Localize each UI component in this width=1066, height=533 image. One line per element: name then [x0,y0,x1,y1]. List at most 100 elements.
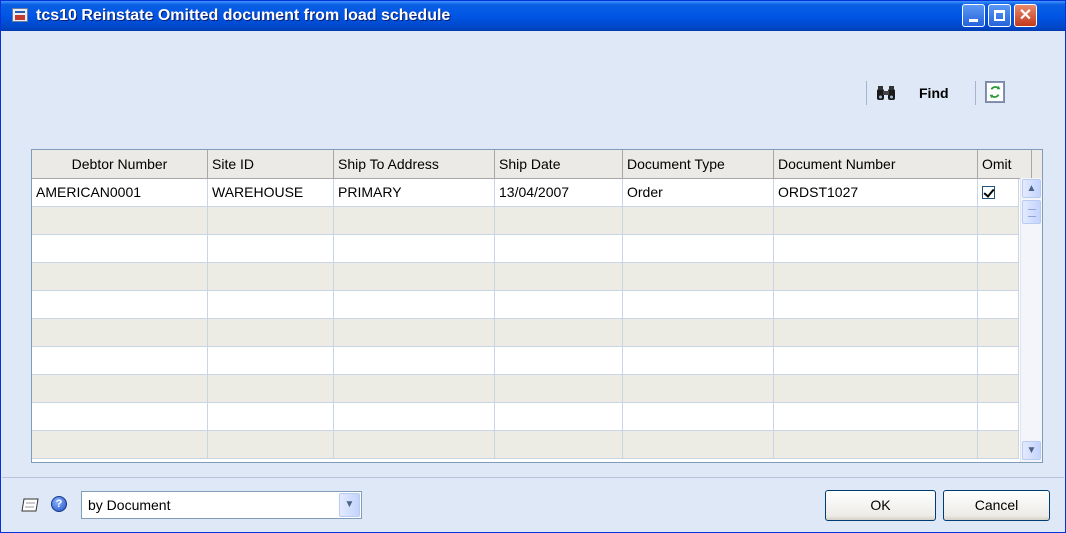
table-cell[interactable] [495,207,623,234]
table-cell[interactable] [623,431,774,458]
table-cell[interactable] [978,319,1019,346]
table-cell[interactable] [208,319,334,346]
cell-site-id[interactable]: WAREHOUSE [208,179,334,206]
title-bar[interactable]: tcs10 Reinstate Omitted document from lo… [1,1,1065,31]
table-cell[interactable] [978,263,1019,290]
table-cell[interactable] [774,263,978,290]
table-cell[interactable] [774,319,978,346]
table-cell[interactable] [978,403,1019,430]
table-cell[interactable] [208,403,334,430]
refresh-icon[interactable] [985,81,1005,103]
cancel-button[interactable]: Cancel [943,490,1050,521]
cell-omit[interactable] [978,179,1019,206]
omit-checkbox[interactable] [982,186,995,199]
table-cell[interactable] [623,291,774,318]
table-cell[interactable] [32,431,208,458]
table-cell[interactable] [334,291,495,318]
table-cell[interactable] [978,235,1019,262]
table-cell[interactable] [978,291,1019,318]
table-cell[interactable] [334,319,495,346]
table-cell[interactable] [32,319,208,346]
table-cell[interactable] [623,207,774,234]
window-app-icon[interactable] [12,8,28,22]
find-button[interactable]: Find [919,85,949,101]
column-header-document-type[interactable]: Document Type [623,150,774,178]
cell-document-number[interactable]: ORDST1027 [774,179,978,206]
cell-debtor-number[interactable]: AMERICAN0001 [32,179,208,206]
table-cell[interactable] [32,291,208,318]
close-button[interactable]: ✕ [1014,4,1037,27]
table-cell[interactable] [334,207,495,234]
table-cell[interactable] [334,263,495,290]
table-cell[interactable] [208,375,334,402]
table-row[interactable]: AMERICAN0001 WAREHOUSE PRIMARY 13/04/200… [32,179,1019,207]
table-row[interactable] [32,263,1019,291]
column-header-debtor-number[interactable]: Debtor Number [32,150,208,178]
help-icon[interactable]: ? [51,496,67,512]
table-cell[interactable] [623,347,774,374]
column-header-omit[interactable]: Omit [978,150,1032,178]
table-row[interactable] [32,431,1019,459]
table-row[interactable] [32,207,1019,235]
table-cell[interactable] [32,347,208,374]
scroll-thumb[interactable] [1022,200,1041,224]
table-cell[interactable] [623,375,774,402]
table-cell[interactable] [334,347,495,374]
table-cell[interactable] [32,403,208,430]
table-cell[interactable] [623,263,774,290]
documents-grid[interactable]: Debtor Number Site ID Ship To Address Sh… [31,149,1043,463]
table-cell[interactable] [978,431,1019,458]
table-cell[interactable] [623,403,774,430]
table-cell[interactable] [32,375,208,402]
table-cell[interactable] [774,347,978,374]
table-cell[interactable] [334,235,495,262]
table-cell[interactable] [32,263,208,290]
table-cell[interactable] [623,235,774,262]
table-cell[interactable] [334,375,495,402]
table-cell[interactable] [495,375,623,402]
table-cell[interactable] [774,291,978,318]
column-header-ship-to-address[interactable]: Ship To Address [334,150,495,178]
table-cell[interactable] [495,291,623,318]
table-cell[interactable] [334,431,495,458]
cell-document-type[interactable]: Order [623,179,774,206]
table-row[interactable] [32,403,1019,431]
table-cell[interactable] [978,207,1019,234]
table-cell[interactable] [208,347,334,374]
binoculars-icon[interactable] [876,85,896,101]
minimize-button[interactable] [962,4,985,27]
cell-ship-to-address[interactable]: PRIMARY [334,179,495,206]
table-cell[interactable] [495,403,623,430]
table-cell[interactable] [495,235,623,262]
table-cell[interactable] [334,403,495,430]
cell-ship-date[interactable]: 13/04/2007 [495,179,623,206]
table-row[interactable] [32,235,1019,263]
column-header-document-number[interactable]: Document Number [774,150,978,178]
note-icon[interactable] [21,498,39,512]
table-cell[interactable] [208,235,334,262]
table-cell[interactable] [32,235,208,262]
maximize-button[interactable] [988,4,1011,27]
table-cell[interactable] [208,431,334,458]
table-cell[interactable] [208,207,334,234]
table-cell[interactable] [623,319,774,346]
column-header-ship-date[interactable]: Ship Date [495,150,623,178]
sort-by-dropdown[interactable]: by Document ▼ [81,491,362,519]
table-row[interactable] [32,375,1019,403]
chevron-down-icon[interactable]: ▼ [339,493,360,517]
table-cell[interactable] [495,347,623,374]
table-cell[interactable] [774,235,978,262]
table-cell[interactable] [774,403,978,430]
table-row[interactable] [32,291,1019,319]
vertical-scrollbar[interactable]: ▲ ▼ [1020,178,1042,462]
table-cell[interactable] [208,263,334,290]
column-header-site-id[interactable]: Site ID [208,150,334,178]
table-cell[interactable] [774,431,978,458]
table-cell[interactable] [978,347,1019,374]
table-cell[interactable] [774,375,978,402]
table-row[interactable] [32,319,1019,347]
table-cell[interactable] [978,375,1019,402]
ok-button[interactable]: OK [825,490,936,521]
table-cell[interactable] [774,207,978,234]
table-cell[interactable] [495,319,623,346]
